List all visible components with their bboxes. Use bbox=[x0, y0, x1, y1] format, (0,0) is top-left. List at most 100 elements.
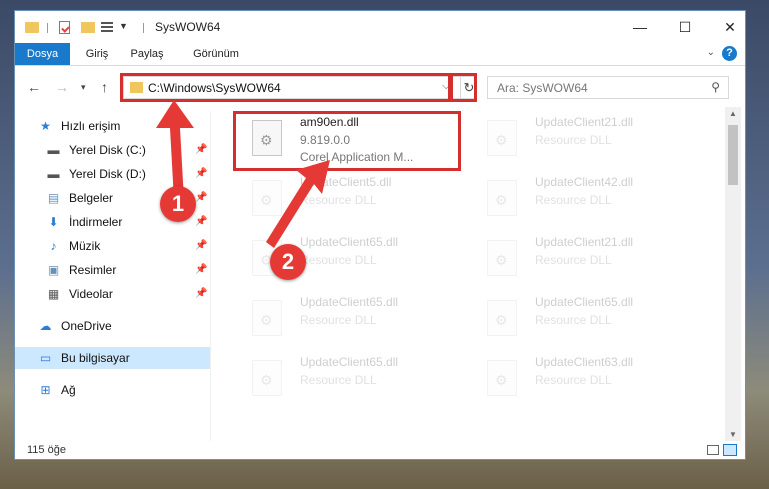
file-item[interactable]: UpdateClient65.dll Resource DLL bbox=[240, 291, 465, 347]
sidebar-item-label: Hızlı erişim bbox=[61, 119, 121, 133]
tab-paylas[interactable]: Paylaş bbox=[123, 43, 171, 65]
videos-icon: ▦ bbox=[47, 287, 60, 301]
dll-file-icon bbox=[487, 360, 517, 396]
back-arrow-icon[interactable]: ← bbox=[27, 79, 41, 95]
address-path[interactable]: C:\Windows\SysWOW64 bbox=[148, 81, 281, 95]
sidebar-item-videos[interactable]: ▦ Videolar 📌 bbox=[15, 283, 210, 305]
maximize-button[interactable]: ☐ bbox=[670, 15, 700, 39]
file-item[interactable]: UpdateClient21.dll Resource DLL bbox=[475, 231, 700, 287]
sidebar-item-music[interactable]: ♪ Müzik 📌 bbox=[15, 235, 210, 257]
file-name: UpdateClient65.dll bbox=[300, 355, 399, 369]
tab-gorunum[interactable]: Görünüm bbox=[187, 43, 245, 65]
pane-divider[interactable] bbox=[210, 111, 211, 441]
drive-icon: ▬ bbox=[47, 167, 60, 181]
sidebar-item-network[interactable]: ⊞ Ağ bbox=[15, 379, 210, 401]
file-description: Resource DLL bbox=[300, 313, 377, 327]
address-bar[interactable]: C:\Windows\SysWOW64 ⌵ ↻ bbox=[123, 76, 475, 99]
dll-file-icon bbox=[487, 300, 517, 336]
file-description: Resource DLL bbox=[300, 373, 377, 387]
drive-icon: ▬ bbox=[47, 143, 60, 157]
search-icon[interactable]: ⚲ bbox=[711, 80, 720, 94]
file-name: UpdateClient63.dll bbox=[535, 355, 634, 369]
close-button[interactable]: ✕ bbox=[715, 15, 745, 39]
file-name: UpdateClient21.dll bbox=[535, 115, 634, 129]
annotation-arrow-2 bbox=[266, 160, 330, 248]
scroll-up-icon[interactable]: ▲ bbox=[729, 109, 737, 118]
dll-file-icon bbox=[252, 360, 282, 396]
dll-file-icon bbox=[487, 240, 517, 276]
properties-icon[interactable] bbox=[59, 21, 70, 34]
sidebar-item-label: İndirmeler bbox=[69, 215, 123, 229]
minimize-button[interactable]: — bbox=[625, 15, 655, 39]
status-bar: 115 öğe bbox=[15, 441, 745, 459]
tab-dosya[interactable]: Dosya bbox=[15, 43, 70, 65]
window-title: SysWOW64 bbox=[155, 20, 221, 34]
sidebar-item-label: OneDrive bbox=[61, 319, 112, 333]
file-item[interactable]: UpdateClient42.dll Resource DLL bbox=[475, 171, 700, 227]
file-name: UpdateClient42.dll bbox=[535, 175, 634, 189]
dll-file-icon bbox=[487, 120, 517, 156]
large-icons-view-icon[interactable] bbox=[723, 444, 737, 456]
file-description: Resource DLL bbox=[535, 253, 612, 267]
network-icon: ⊞ bbox=[40, 383, 51, 397]
dll-file-icon bbox=[252, 300, 282, 336]
folder-icon bbox=[130, 82, 143, 93]
sidebar-item-this-pc[interactable]: ▭ Bu bilgisayar bbox=[15, 347, 210, 369]
sidebar-item-label: Bu bilgisayar bbox=[61, 351, 130, 365]
tab-giris[interactable]: Giriş bbox=[77, 43, 117, 65]
file-item[interactable]: UpdateClient65.dll Resource DLL bbox=[240, 351, 465, 407]
sidebar-item-label: Yerel Disk (C:) bbox=[69, 143, 146, 157]
pictures-icon: ▣ bbox=[47, 263, 60, 277]
annotation-badge-1: 1 bbox=[160, 186, 196, 222]
vertical-scrollbar[interactable]: ▲ ▼ bbox=[725, 107, 741, 441]
separator bbox=[143, 23, 144, 33]
refresh-icon[interactable]: ↻ bbox=[460, 77, 477, 98]
file-version: 9.819.0.0 bbox=[300, 133, 351, 147]
star-icon: ★ bbox=[40, 119, 51, 133]
scroll-down-icon[interactable]: ▼ bbox=[729, 430, 737, 439]
pin-icon[interactable]: 📌 bbox=[195, 283, 207, 305]
explorer-window: ▼ SysWOW64 — ☐ ✕ Dosya Giriş Paylaş Görü… bbox=[14, 10, 746, 460]
file-name: UpdateClient65.dll bbox=[535, 295, 634, 309]
ribbon-expand-icon[interactable]: ⌄ bbox=[707, 47, 715, 58]
search-input[interactable]: Ara: SysWOW64 ⚲ bbox=[487, 76, 729, 99]
file-item[interactable]: UpdateClient63.dll Resource DLL bbox=[475, 351, 700, 407]
up-arrow-icon[interactable]: ↑ bbox=[101, 79, 108, 95]
ribbon-tabs: Dosya Giriş Paylaş Görünüm ⌄ ? bbox=[15, 43, 745, 66]
sidebar-item-pictures[interactable]: ▣ Resimler 📌 bbox=[15, 259, 210, 281]
file-description: Resource DLL bbox=[535, 313, 612, 327]
file-description: Resource DLL bbox=[535, 193, 612, 207]
pin-icon[interactable]: 📌 bbox=[195, 259, 207, 281]
chevron-down-icon[interactable]: ⌵ bbox=[442, 80, 450, 93]
forward-arrow-icon[interactable]: → bbox=[55, 79, 69, 95]
computer-icon: ▭ bbox=[39, 351, 52, 365]
quick-access-dropdown-icon[interactable]: ▼ bbox=[119, 21, 128, 31]
cloud-icon: ☁ bbox=[39, 319, 52, 333]
folder-icon[interactable] bbox=[25, 22, 39, 33]
sidebar-item-label: Videolar bbox=[69, 287, 113, 301]
file-description: Resource DLL bbox=[535, 133, 612, 147]
file-description: Resource DLL bbox=[535, 373, 612, 387]
new-folder-icon[interactable] bbox=[81, 22, 95, 33]
file-item[interactable]: UpdateClient21.dll Resource DLL bbox=[475, 111, 700, 167]
pin-icon[interactable]: 📌 bbox=[195, 211, 207, 233]
recent-locations-icon[interactable]: ▾ bbox=[81, 82, 86, 93]
pin-icon[interactable]: 📌 bbox=[195, 235, 207, 257]
separator bbox=[47, 23, 48, 33]
sidebar-item-label: Belgeler bbox=[69, 191, 114, 205]
file-item[interactable]: UpdateClient65.dll Resource DLL bbox=[475, 291, 700, 347]
details-view-icon[interactable] bbox=[707, 445, 719, 455]
scrollbar-thumb[interactable] bbox=[728, 125, 738, 185]
navigation-bar: ← → ▾ ↑ C:\Windows\SysWOW64 ⌵ ↻ Ara: Sys… bbox=[15, 75, 745, 101]
sidebar-item-label: Ağ bbox=[61, 383, 76, 397]
sidebar-item-onedrive[interactable]: ☁ OneDrive bbox=[15, 315, 210, 337]
search-placeholder: Ara: SysWOW64 bbox=[497, 81, 588, 95]
file-name: UpdateClient21.dll bbox=[535, 235, 634, 249]
sidebar-item-label: Yerel Disk (D:) bbox=[69, 167, 146, 181]
sidebar-item-label: Resimler bbox=[69, 263, 117, 277]
view-options-icon[interactable] bbox=[101, 22, 113, 33]
title-bar: ▼ SysWOW64 — ☐ ✕ bbox=[15, 11, 745, 43]
help-icon[interactable]: ? bbox=[722, 46, 737, 61]
sidebar-item-label: Müzik bbox=[69, 239, 101, 253]
music-icon: ♪ bbox=[50, 239, 57, 253]
